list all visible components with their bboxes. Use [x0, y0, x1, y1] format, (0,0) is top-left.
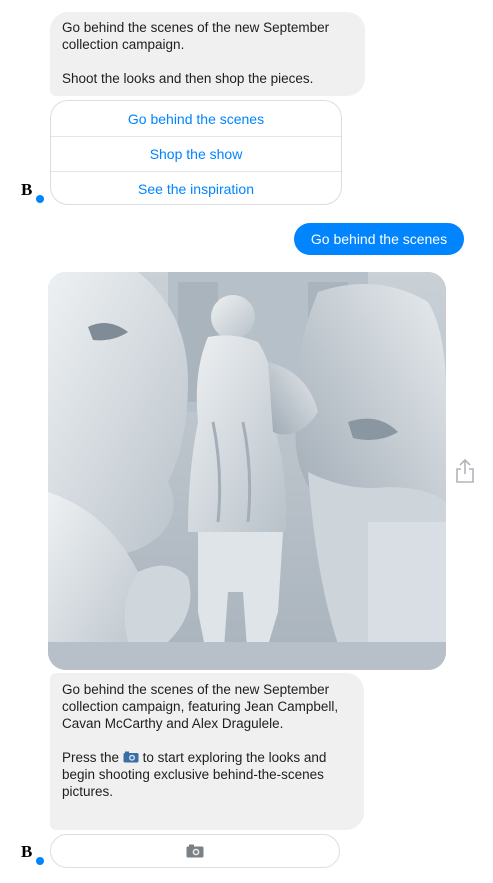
sculpture-photo	[48, 272, 446, 670]
avatar-letter: B	[21, 180, 33, 199]
user-message-text: Go behind the scenes	[310, 231, 448, 247]
quick-reply-shop-the-show[interactable]: Shop the show	[51, 136, 341, 171]
avatar-letter: B	[21, 842, 33, 861]
message-text: Shoot the looks and then shop the pieces…	[62, 71, 314, 86]
bot-avatar: B	[21, 180, 45, 204]
user-message: Go behind the scenes	[294, 223, 464, 255]
bot-avatar: B	[21, 842, 45, 866]
bot-message-campaign: Go behind the scenes of the new Septembe…	[50, 673, 364, 830]
camera-icon	[186, 844, 204, 858]
campaign-image[interactable]	[48, 272, 446, 670]
message-text: Press the to start exploring the looks a…	[62, 749, 352, 800]
quick-reply-group: Go behind the scenes Shop the show See t…	[50, 100, 342, 205]
message-text: Go behind the scenes of the new Septembe…	[62, 20, 330, 52]
quick-reply-see-inspiration[interactable]: See the inspiration	[51, 171, 341, 204]
bot-message-intro: Go behind the scenes of the new Septembe…	[50, 12, 365, 96]
camera-button[interactable]	[50, 834, 340, 868]
messenger-badge-icon	[35, 194, 45, 204]
messenger-badge-icon	[35, 856, 45, 866]
camera-icon	[123, 750, 139, 763]
share-icon[interactable]	[454, 458, 476, 484]
message-text-before-icon: Press the	[62, 750, 120, 765]
quick-reply-go-behind-scenes[interactable]: Go behind the scenes	[51, 101, 341, 136]
message-text: Go behind the scenes of the new Septembe…	[62, 682, 339, 731]
